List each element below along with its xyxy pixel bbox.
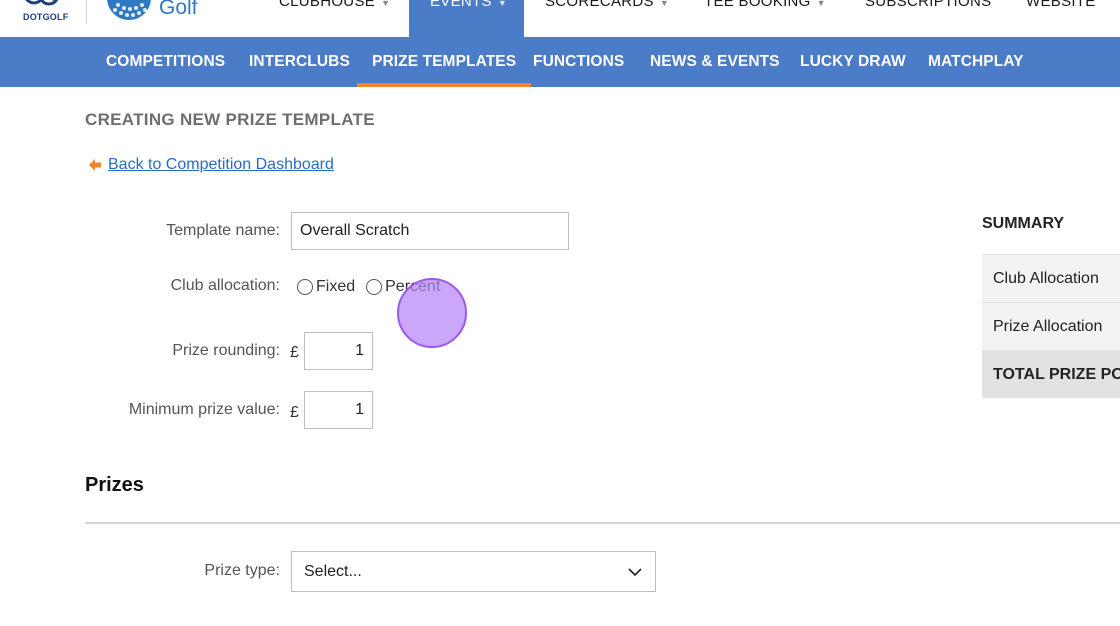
- brand-divider: [86, 0, 87, 24]
- back-to-dashboard-link[interactable]: Back to Competition Dashboard: [108, 156, 334, 174]
- top-bar: DOTGOLF Golf CLUBHOUSE ▼ EVENTS ▼ SCORECAR…: [0, 0, 1120, 37]
- topnav-label: SUBSCRIPTIONS: [865, 0, 992, 10]
- topnav-tee-booking[interactable]: TEE BOOKING ▼: [704, 0, 826, 37]
- brand-name: DOTGOLF: [23, 12, 69, 22]
- dotgolf-logo-icon[interactable]: [22, 0, 66, 12]
- summary-row-club-allocation: Club Allocation: [982, 254, 1120, 302]
- currency-symbol: £: [290, 404, 299, 421]
- subnav-interclubs[interactable]: INTERCLUBS: [249, 37, 350, 87]
- prize-type-selected: Select...: [304, 563, 362, 580]
- summary-row-prize-allocation: Prize Allocation: [982, 302, 1120, 350]
- subnav-lucky-draw[interactable]: LUCKY DRAW: [800, 37, 906, 87]
- minimum-prize-value-input[interactable]: 1: [304, 391, 373, 429]
- prize-rounding-label: Prize rounding:: [172, 342, 280, 359]
- subnav-matchplay[interactable]: MATCHPLAY: [928, 37, 1024, 87]
- subnav-competitions[interactable]: COMPETITIONS: [106, 37, 225, 87]
- minimum-prize-value-label: Minimum prize value:: [128, 401, 280, 418]
- chevron-down-icon: ▼: [816, 0, 826, 8]
- prize-type-label: Prize type:: [204, 562, 280, 579]
- template-name-label: Template name:: [166, 222, 280, 239]
- summary-row-total-prize-pot: TOTAL PRIZE POT: [982, 350, 1120, 398]
- prize-type-select[interactable]: Select...: [291, 551, 656, 592]
- topnav-scorecards[interactable]: SCORECARDS ▼: [545, 0, 669, 37]
- template-name-input[interactable]: Overall Scratch: [291, 212, 569, 250]
- section-divider: [85, 522, 1120, 524]
- arrow-left-icon: [89, 159, 101, 171]
- chevron-down-icon: ▼: [659, 0, 670, 8]
- topnav-label: CLUBHOUSE: [279, 0, 376, 10]
- chevron-down-icon: ▼: [381, 0, 391, 8]
- topnav-label: EVENTS: [430, 0, 492, 10]
- summary-title: SUMMARY: [982, 215, 1065, 232]
- currency-symbol: £: [290, 344, 299, 361]
- chevron-down-icon: [628, 568, 642, 577]
- chevron-down-icon: ▼: [497, 0, 508, 8]
- page-title: CREATING NEW PRIZE TEMPLATE: [85, 110, 375, 129]
- back-link-container: Back to Competition Dashboard: [88, 156, 334, 174]
- topnav-label: WEBSITE: [1026, 0, 1096, 10]
- golf-ball-icon: [107, 0, 151, 20]
- topnav-label: SCORECARDS: [545, 0, 654, 10]
- club-allocation-label: Club allocation:: [170, 277, 280, 294]
- topnav-clubhouse[interactable]: CLUBHOUSE ▼: [279, 0, 390, 37]
- radio-fixed-label[interactable]: Fixed: [316, 278, 355, 296]
- topnav-subscriptions[interactable]: SUBSCRIPTIONS: [865, 0, 991, 37]
- subnav-prize-templates[interactable]: PRIZE TEMPLATES: [356, 37, 532, 87]
- prizes-heading: Prizes: [85, 474, 144, 496]
- product-name: Golf: [159, 0, 198, 19]
- topnav-events[interactable]: EVENTS ▼: [409, 0, 524, 37]
- prize-rounding-input[interactable]: 1: [304, 332, 373, 370]
- topnav-website[interactable]: WEBSITE: [1026, 0, 1096, 37]
- radio-fixed[interactable]: [297, 279, 313, 295]
- subnav-functions[interactable]: FUNCTIONS: [533, 37, 624, 87]
- radio-percent[interactable]: [366, 279, 383, 295]
- sub-nav: COMPETITIONS INTERCLUBS PRIZE TEMPLATES …: [0, 37, 1120, 87]
- click-indicator: [397, 278, 467, 348]
- topnav-label: TEE BOOKING: [704, 0, 811, 10]
- subnav-news-events[interactable]: NEWS & EVENTS: [650, 37, 780, 87]
